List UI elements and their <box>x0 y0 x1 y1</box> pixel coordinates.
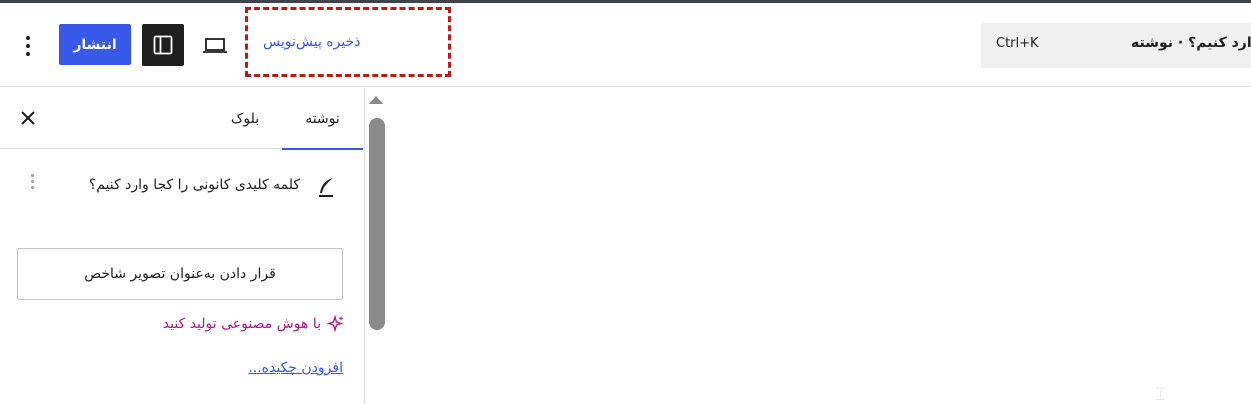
scroll-up-arrow[interactable] <box>369 96 383 104</box>
close-icon <box>21 111 35 125</box>
tab-block[interactable]: بلوک <box>218 88 272 149</box>
editor-header: انتشار ذخیره پیش‌نویس Ctrl+K وارد کنیم؟ … <box>0 3 1251 87</box>
post-summary-title: کلمه کلیدی کانونی را کجا وارد کنیم؟ <box>88 177 300 193</box>
text-cursor-icon: ⌶ <box>1155 384 1166 404</box>
post-actions-menu[interactable] <box>24 174 40 198</box>
vertical-ellipsis-icon <box>26 36 30 40</box>
sidebar-tabs: نوشته بلوک <box>0 88 364 150</box>
add-excerpt-link[interactable]: افزودن چکیده... <box>160 360 343 376</box>
sidebar-scrollbar-thumb[interactable] <box>369 118 385 330</box>
save-draft-label: ذخیره پیش‌نویس <box>263 34 361 50</box>
set-featured-image-button[interactable]: قرار دادن به‌عنوان تصویر شاخص <box>17 248 343 300</box>
editor-canvas[interactable] <box>390 88 1251 404</box>
ai-generate-link[interactable]: با هوش مصنوعی تولید کنید <box>125 312 345 336</box>
settings-sidebar-toggle[interactable] <box>142 24 184 66</box>
device-preview-button[interactable] <box>198 29 232 63</box>
document-title: وارد کنیم؟ · نوشته <box>1131 35 1251 51</box>
vertical-ellipsis-icon <box>30 174 34 177</box>
sparkle-icon <box>327 315 344 333</box>
ai-generate-label: با هوش مصنوعی تولید کنید <box>162 316 321 332</box>
options-menu-button[interactable] <box>14 29 42 63</box>
publish-button[interactable]: انتشار <box>59 24 131 65</box>
laptop-icon <box>203 38 227 53</box>
save-draft-button[interactable]: ذخیره پیش‌نویس <box>245 7 451 77</box>
quill-pen-icon <box>313 174 339 200</box>
command-palette-bar[interactable]: Ctrl+K وارد کنیم؟ · نوشته <box>981 23 1251 68</box>
command-shortcut: Ctrl+K <box>996 36 1039 51</box>
close-sidebar-button[interactable] <box>14 104 42 132</box>
settings-sidebar: نوشته بلوک کلمه کلیدی کانونی را کجا وارد… <box>0 88 365 404</box>
sidebar-panel-icon <box>153 35 173 55</box>
tab-post[interactable]: نوشته <box>282 88 363 150</box>
